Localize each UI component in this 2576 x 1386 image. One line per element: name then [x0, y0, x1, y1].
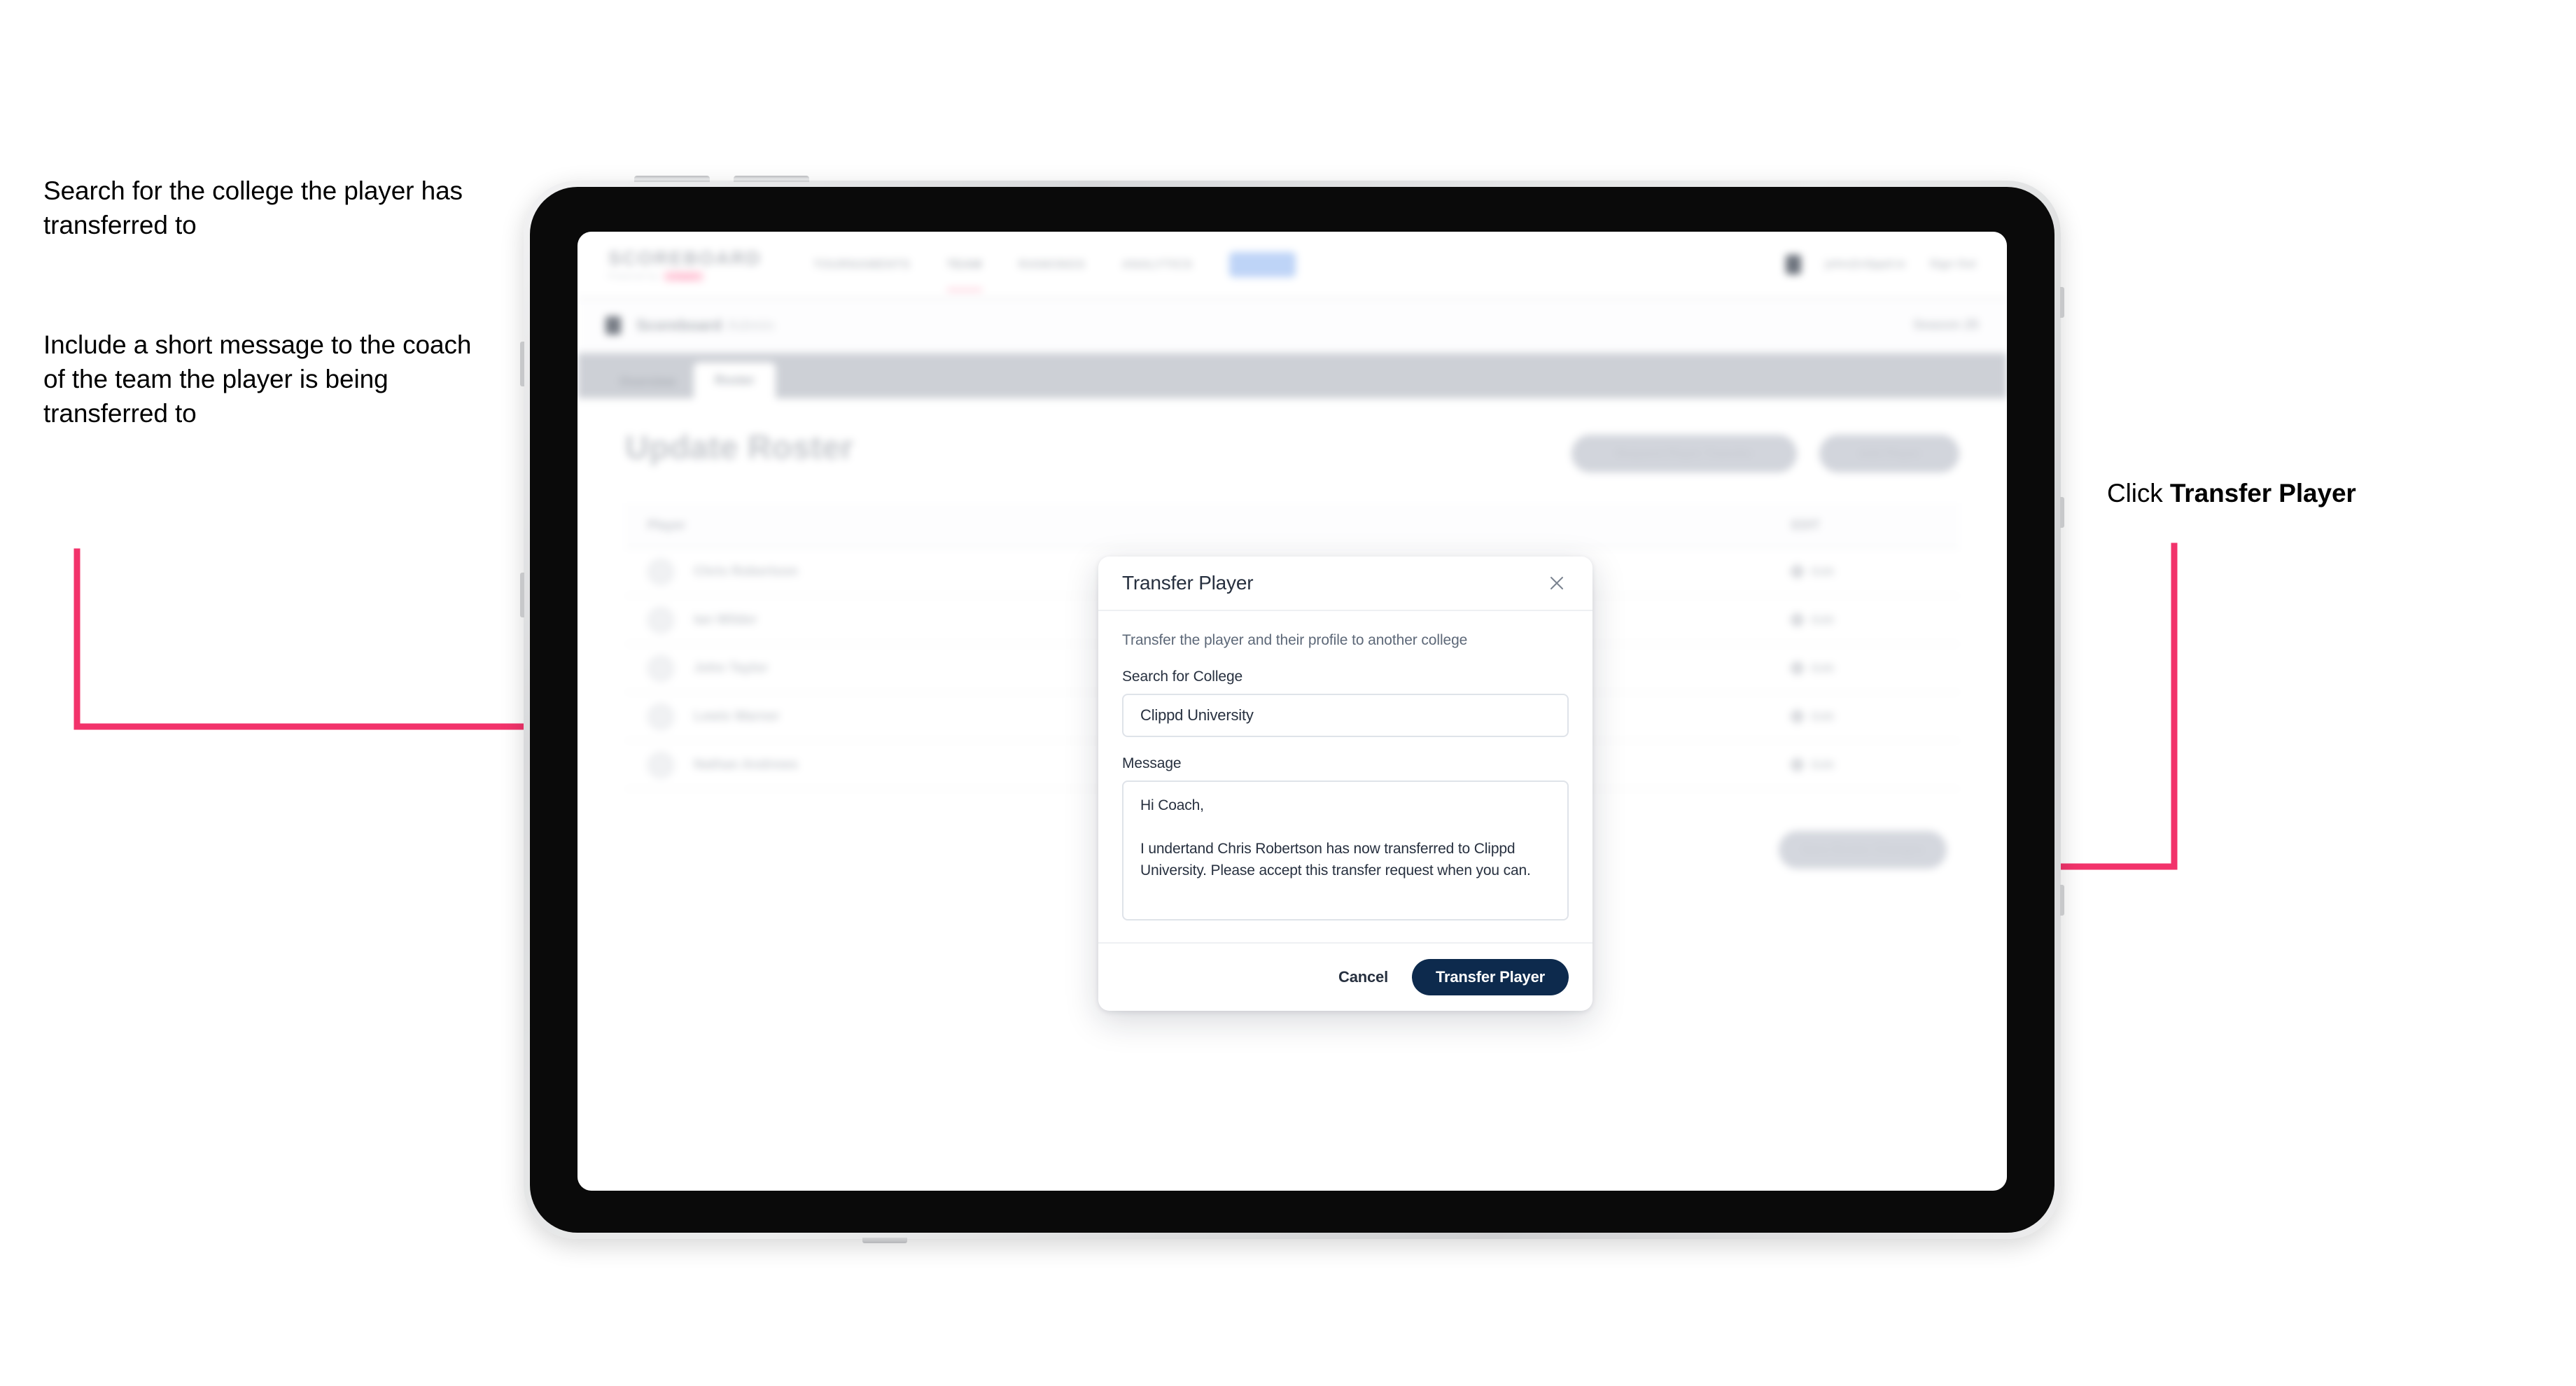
annotation-left-include-message: Include a short message to the coach of … [43, 330, 472, 428]
modal-title: Transfer Player [1122, 572, 1254, 594]
nav-link-rankings[interactable]: RANKINGS [1018, 253, 1085, 276]
modal-body: Transfer the player and their profile to… [1098, 611, 1592, 942]
annotation-right-click-transfer: Click Transfer Player [2107, 476, 2541, 510]
nav-link-analytics[interactable]: ANALYTICS [1122, 253, 1193, 276]
tablet-device-frame: SCOREBOARD Powered by clippd TOURNAMENTS… [520, 176, 2064, 1243]
player-name: John Taylor [694, 660, 769, 676]
power-button[interactable] [862, 1238, 907, 1243]
brand-subtitle: Powered by clippd [608, 272, 762, 281]
player-name: Ian Wilder [694, 612, 757, 627]
annotation-right-bold: Transfer Player [2169, 479, 2356, 507]
pencil-icon [1788, 563, 1806, 580]
player-name: Nathan Andrews [694, 757, 799, 772]
transfer-player-button[interactable]: Transfer Player [1412, 959, 1569, 995]
sub-title-muted: Admin [727, 316, 775, 334]
close-icon[interactable] [1545, 571, 1569, 595]
player-name: Chris Robertson [694, 564, 798, 579]
pencil-icon [1788, 611, 1806, 629]
nav-link-tournaments[interactable]: TOURNAMENTS [813, 253, 911, 276]
edit-cell[interactable]: Edit [1788, 563, 1959, 580]
avatar [648, 558, 674, 585]
column-header-edit: EDIT [1791, 517, 1821, 532]
tab-overview[interactable]: Overview [601, 365, 694, 398]
modal-header: Transfer Player [1098, 556, 1592, 611]
edit-label: Edit [1812, 757, 1835, 771]
left-side-nub-1 [520, 342, 524, 386]
right-side-nub-3 [2060, 885, 2064, 916]
brand-powered-by: Powered by [608, 272, 659, 281]
cancel-button[interactable]: Cancel [1336, 962, 1391, 992]
nav-links: TOURNAMENTS TEAM RANKINGS ANALYTICS ADMI… [813, 252, 1296, 291]
avatar [648, 751, 674, 778]
table-header-row: Player EDIT [625, 503, 1959, 548]
pencil-icon [1788, 708, 1806, 725]
nav-link-team[interactable]: TEAM [946, 253, 983, 291]
brand-name: SCOREBOARD [608, 248, 762, 269]
left-side-nub-2 [520, 573, 524, 617]
transfer-player-modal: Transfer Player Transfer the player and … [1098, 556, 1592, 1011]
search-college-input[interactable] [1122, 694, 1569, 737]
edit-label: Edit [1812, 709, 1835, 723]
sub-title: Scoreboard Admin [636, 316, 775, 335]
tab-strip: Overview Roster [578, 354, 2007, 398]
pencil-icon [1788, 659, 1806, 677]
edit-cell[interactable]: Edit [1788, 756, 1959, 774]
message-textarea[interactable] [1122, 780, 1569, 920]
volume-up-button[interactable] [634, 176, 710, 182]
save-roster-changes-button[interactable]: Save Roster Changes [1779, 831, 1947, 869]
top-navigation-bar: SCOREBOARD Powered by clippd TOURNAMENTS… [578, 232, 2007, 299]
tablet-bezel: SCOREBOARD Powered by clippd TOURNAMENTS… [530, 187, 2054, 1233]
edit-label: Edit [1812, 661, 1835, 675]
search-college-label: Search for College [1122, 668, 1243, 685]
avatar [648, 654, 674, 682]
pencil-icon [1788, 756, 1806, 774]
column-header-player: Player [648, 517, 686, 532]
sub-title-text: Scoreboard [636, 316, 722, 334]
edit-cell[interactable]: Edit [1788, 659, 1959, 677]
request-player-transfer-button[interactable]: Request Player Transfer [1572, 435, 1797, 472]
nav-right-cluster: john@clippd.io Sign Out [1786, 255, 1976, 274]
modal-description: Transfer the player and their profile to… [1122, 632, 1468, 648]
avatar [648, 703, 674, 730]
season-selector[interactable]: Season 25 [1913, 318, 1979, 333]
nav-user-email: john@clippd.io [1825, 258, 1906, 270]
right-side-nub-1 [2060, 287, 2064, 318]
right-side-nub-2 [2060, 497, 2064, 528]
nav-sign-out-link[interactable]: Sign Out [1929, 258, 1976, 271]
brand-logo[interactable]: SCOREBOARD Powered by clippd [608, 248, 762, 281]
edit-cell[interactable]: Edit [1788, 611, 1959, 629]
annotation-left-search-college: Search for the college the player has tr… [43, 176, 463, 240]
page-title: Update Roster [625, 428, 854, 465]
edit-label: Edit [1812, 564, 1835, 578]
edit-cell[interactable]: Edit [1788, 708, 1959, 725]
modal-footer: Cancel Transfer Player [1098, 942, 1592, 1011]
message-label: Message [1122, 755, 1182, 771]
edit-label: Edit [1812, 612, 1835, 626]
add-player-button[interactable]: Add Player [1819, 435, 1959, 472]
nav-pill-admin[interactable]: ADMIN [1228, 252, 1296, 277]
brand-clippd-pill: clippd [664, 272, 704, 281]
sub-navigation-bar: Scoreboard Admin Season 25 [578, 299, 2007, 354]
volume-down-button[interactable] [734, 176, 809, 182]
tablet-screen: SCOREBOARD Powered by clippd TOURNAMENTS… [578, 232, 2007, 1191]
avatar [648, 606, 674, 634]
user-avatar-icon[interactable] [1786, 255, 1802, 274]
player-name: Lewis Warner [694, 708, 780, 724]
annotation-right-prefix: Click [2107, 479, 2170, 507]
scoreboard-icon [606, 316, 621, 335]
tab-roster[interactable]: Roster [694, 363, 776, 398]
